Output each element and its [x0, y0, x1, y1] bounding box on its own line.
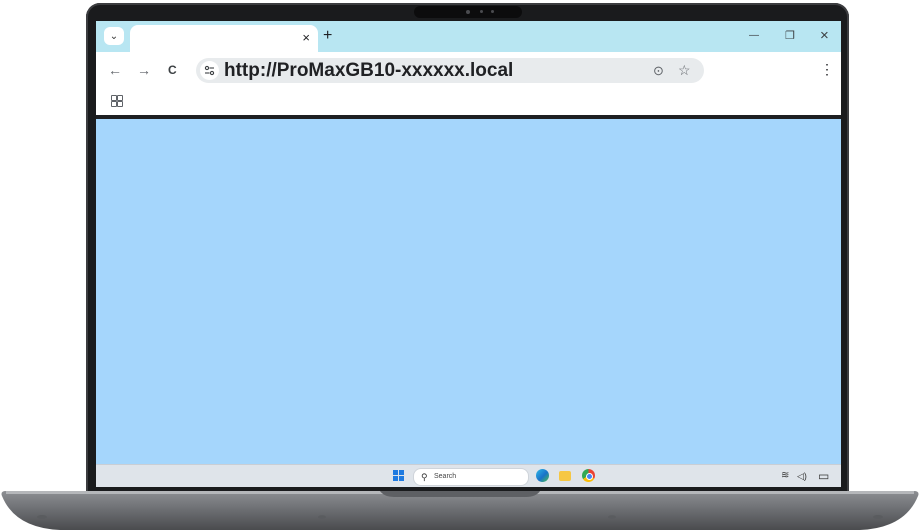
url-text[interactable]: http://ProMaxGB10-xxxxxx.local — [224, 58, 513, 83]
minimize-window-button[interactable]: — — [749, 27, 759, 45]
base-foot — [318, 515, 326, 519]
bookmark-star-icon[interactable]: ☆ — [678, 61, 691, 80]
base-foot — [37, 515, 47, 519]
browser-tab-strip: ⌄ × + — ❐ × — [96, 21, 841, 52]
browser-tab-active[interactable]: × — [130, 25, 318, 52]
close-window-button[interactable]: × — [820, 27, 829, 45]
browser-toolbar: ← → C http://ProMaxGB10-xxxxxx.local ⊙ ☆… — [96, 52, 841, 88]
windows-start-icon[interactable] — [393, 470, 405, 482]
web-page-content[interactable] — [96, 119, 841, 464]
address-bar[interactable]: http://ProMaxGB10-xxxxxx.local ⊙ ☆ — [196, 58, 704, 83]
webcam-lens — [466, 10, 470, 14]
taskbar-search-box[interactable]: ⚲ Search — [413, 468, 529, 486]
bookmarks-bar — [96, 88, 841, 115]
tab-search-button[interactable]: ⌄ — [104, 27, 124, 45]
file-explorer-icon[interactable] — [559, 471, 571, 481]
wifi-icon[interactable]: ≋ — [781, 468, 789, 484]
location-icon[interactable]: ⊙ — [653, 61, 664, 80]
chrome-icon[interactable] — [582, 469, 595, 482]
restore-window-button[interactable]: ❐ — [785, 27, 795, 45]
reload-button[interactable]: C — [168, 61, 177, 79]
base-foot — [608, 515, 616, 519]
battery-icon[interactable]: ▭ — [818, 468, 829, 484]
new-tab-button[interactable]: + — [323, 27, 332, 45]
browser-menu-button[interactable]: ⋮ — [820, 60, 834, 78]
forward-button[interactable]: → — [137, 61, 151, 79]
webcam-sensor — [480, 10, 483, 13]
apps-grid-icon[interactable] — [111, 95, 123, 107]
webcam-notch — [414, 6, 522, 18]
windows-taskbar: ⚲ Search ≋ ◁) ▭ — [96, 464, 841, 487]
laptop-screen: ⌄ × + — ❐ × ← → C http://ProMaxGB10-xxxx… — [96, 21, 841, 487]
webcam-sensor — [491, 10, 494, 13]
taskbar-search-placeholder: Search — [434, 473, 457, 480]
site-info-icon[interactable] — [200, 61, 219, 80]
tab-close-icon[interactable]: × — [302, 29, 310, 47]
laptop-base — [1, 491, 919, 530]
edge-browser-icon[interactable] — [536, 469, 549, 482]
base-foot — [873, 515, 883, 519]
back-button[interactable]: ← — [108, 61, 122, 79]
chevron-down-icon: ⌄ — [109, 30, 119, 42]
volume-icon[interactable]: ◁) — [797, 468, 807, 484]
search-icon: ⚲ — [421, 472, 428, 482]
